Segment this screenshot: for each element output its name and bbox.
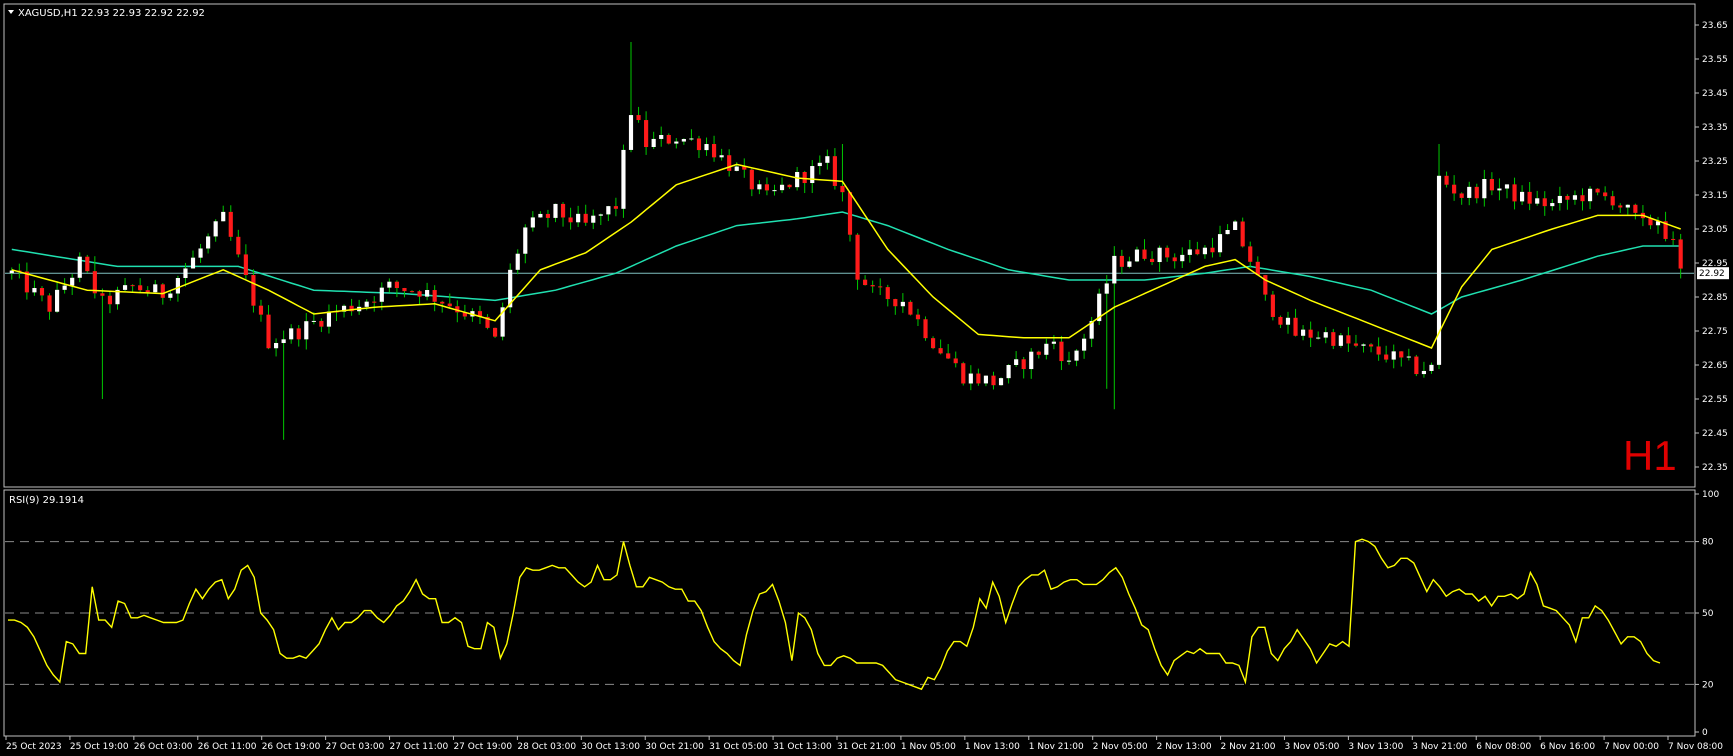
time-tick-label: 31 Oct 05:00 [709, 742, 768, 752]
candle [1414, 354, 1419, 377]
time-tick-label: 28 Oct 03:00 [517, 742, 576, 752]
rsi-header: RSI(9) 29.1914 [9, 495, 84, 506]
time-tick-label: 7 Nov 00:00 [1604, 742, 1659, 752]
time-tick-label: 31 Oct 13:00 [773, 742, 832, 752]
timeframe-label: H1 [1623, 432, 1677, 479]
chart-header-title: XAGUSD,H1 22.93 22.93 22.92 22.92 [18, 8, 205, 19]
time-tick-label: 1 Nov 21:00 [1029, 742, 1084, 752]
candle [621, 144, 626, 218]
rsi-tick-label: 0 [1702, 728, 1708, 738]
current-price-tag: 22.92 [1697, 267, 1729, 280]
rsi-tick-label: 50 [1702, 609, 1714, 619]
price-tick-label: 23.55 [1702, 55, 1728, 65]
candle [1270, 290, 1275, 321]
price-tick-label: 23.45 [1702, 89, 1728, 99]
candle [500, 302, 505, 341]
time-tick-label: 1 Nov 05:00 [901, 742, 956, 752]
price-tick-label: 23.15 [1702, 191, 1728, 201]
chart-canvas: 23.6523.5523.4523.3523.2523.1523.0522.95… [0, 0, 1733, 756]
time-tick-label: 26 Oct 11:00 [198, 742, 257, 752]
time-tick-label: 31 Oct 21:00 [837, 742, 896, 752]
time-tick-label: 6 Nov 08:00 [1476, 742, 1531, 752]
background [0, 0, 1733, 756]
time-tick-label: 26 Oct 03:00 [134, 742, 193, 752]
price-tick-label: 23.05 [1702, 225, 1728, 235]
candle [85, 254, 90, 273]
candle [847, 191, 853, 242]
time-tick-label: 25 Oct 2023 [6, 742, 62, 752]
candle [998, 377, 1004, 386]
price-tick-label: 22.35 [1702, 463, 1728, 473]
price-tick-label: 22.65 [1702, 361, 1728, 371]
time-tick-label: 3 Nov 13:00 [1348, 742, 1403, 752]
svg-text:22.92: 22.92 [1699, 269, 1725, 279]
price-tick-label: 22.85 [1702, 293, 1728, 303]
time-tick-label: 2 Nov 05:00 [1093, 742, 1148, 752]
time-tick-label: 25 Oct 19:00 [70, 742, 129, 752]
time-tick-label: 3 Nov 21:00 [1412, 742, 1467, 752]
candle [961, 361, 966, 386]
rsi-tick-label: 100 [1702, 490, 1719, 500]
rsi-tick-label: 20 [1702, 680, 1714, 690]
price-tick-label: 23.25 [1702, 157, 1728, 167]
time-tick-label: 27 Oct 03:00 [326, 742, 385, 752]
candle [1097, 288, 1102, 326]
time-tick-label: 30 Oct 13:00 [581, 742, 640, 752]
time-tick-label: 26 Oct 19:00 [262, 742, 321, 752]
price-tick-label: 22.55 [1702, 395, 1728, 405]
candle [666, 133, 671, 145]
candle [492, 327, 498, 338]
time-tick-label: 6 Nov 16:00 [1540, 742, 1595, 752]
candle [930, 336, 936, 350]
candle [77, 252, 82, 283]
price-tick-label: 22.45 [1702, 429, 1728, 439]
time-tick-label: 7 Nov 08:00 [1668, 742, 1723, 752]
price-tick-label: 23.65 [1702, 21, 1728, 31]
time-tick-label: 27 Oct 11:00 [390, 742, 449, 752]
candle [908, 300, 913, 316]
price-tick-label: 23.35 [1702, 123, 1728, 133]
time-tick-label: 2 Nov 21:00 [1221, 742, 1276, 752]
rsi-tick-label: 80 [1702, 538, 1714, 548]
time-tick-label: 27 Oct 19:00 [453, 742, 512, 752]
time-tick-label: 2 Nov 13:00 [1157, 742, 1212, 752]
candle [1240, 217, 1245, 248]
candle [923, 316, 928, 341]
price-tick-label: 22.75 [1702, 327, 1728, 337]
time-tick-label: 1 Nov 13:00 [965, 742, 1020, 752]
time-tick-label: 3 Nov 05:00 [1284, 742, 1339, 752]
time-tick-label: 30 Oct 21:00 [645, 742, 704, 752]
